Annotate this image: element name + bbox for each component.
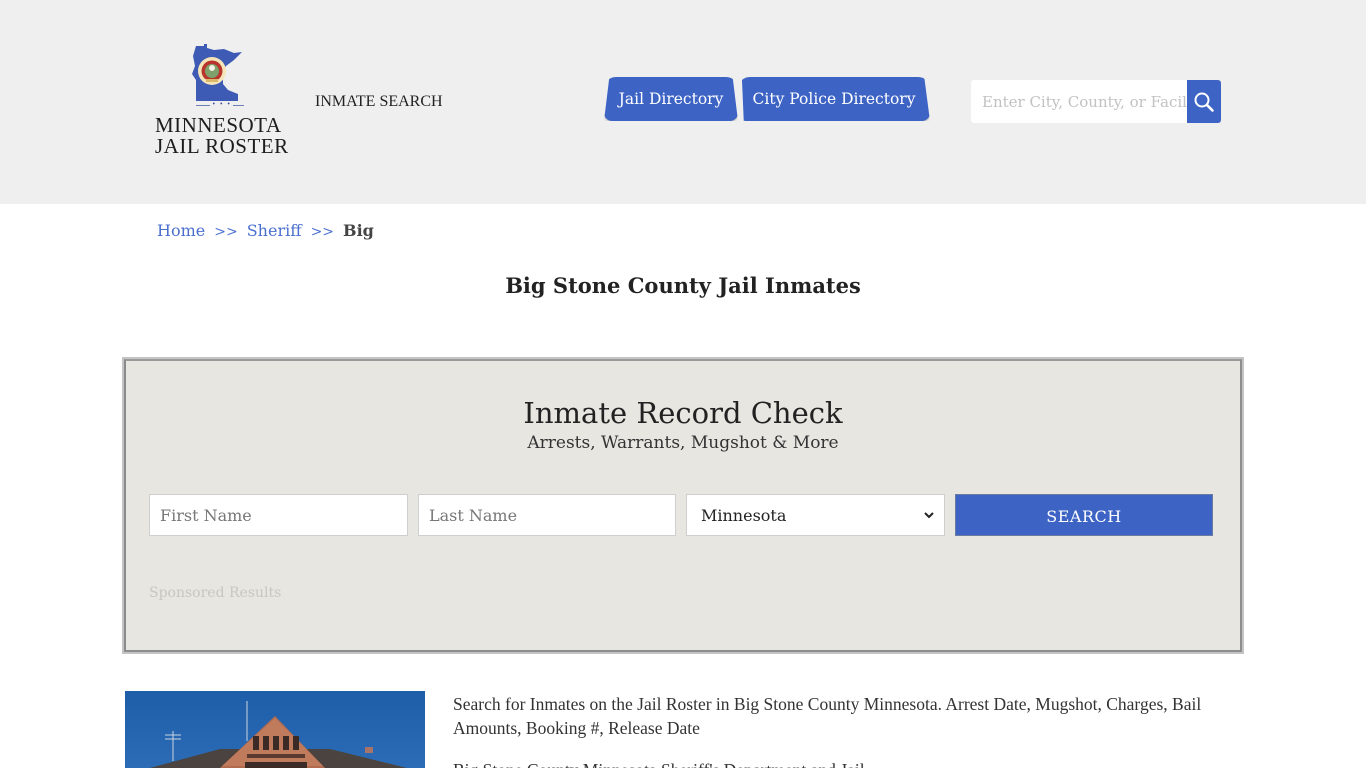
- breadcrumb-separator: >>: [214, 224, 237, 240]
- second-paragraph: Big Stone County Minnesota Sheriff's Dep…: [453, 758, 1243, 768]
- jail-building-photo: [125, 691, 425, 768]
- tab-jail-directory[interactable]: Jail Directory: [604, 77, 738, 121]
- chevron-down-icon: [924, 511, 934, 519]
- state-select[interactable]: Minnesota: [686, 494, 945, 536]
- intro-paragraph: Search for Inmates on the Jail Roster in…: [453, 692, 1243, 740]
- record-check-title: Inmate Record Check: [124, 396, 1242, 430]
- search-icon: [1193, 91, 1215, 113]
- breadcrumb-sheriff[interactable]: Sheriff: [247, 221, 302, 240]
- last-name-input[interactable]: [418, 494, 676, 536]
- location-search-input[interactable]: [971, 80, 1187, 123]
- page-title: Big Stone County Jail Inmates: [0, 273, 1366, 298]
- location-search: [971, 80, 1221, 123]
- breadcrumb-home[interactable]: Home: [157, 221, 205, 240]
- inmate-search-link[interactable]: INMATE SEARCH: [315, 93, 443, 111]
- inmate-record-check-panel: Inmate Record Check Arrests, Warrants, M…: [122, 357, 1244, 654]
- logo-text-line1: MINNESOTA: [155, 114, 281, 136]
- location-search-button[interactable]: [1187, 80, 1221, 123]
- first-name-input[interactable]: [149, 494, 408, 536]
- breadcrumb: Home >> Sheriff >> Big: [157, 221, 374, 240]
- tab-city-police-directory[interactable]: City Police Directory: [738, 77, 930, 121]
- minnesota-state-seal-icon: [190, 44, 252, 102]
- site-logo[interactable]: • • • MINNESOTA JAIL ROSTER: [150, 44, 290, 162]
- breadcrumb-separator: >>: [311, 224, 334, 240]
- state-select-value: Minnesota: [701, 506, 786, 525]
- site-header: • • • MINNESOTA JAIL ROSTER INMATE SEARC…: [0, 0, 1366, 204]
- search-button[interactable]: SEARCH: [955, 494, 1213, 536]
- record-check-subtitle: Arrests, Warrants, Mugshot & More: [124, 433, 1242, 453]
- logo-dots: • • •: [210, 102, 233, 108]
- breadcrumb-current: Big: [343, 221, 374, 240]
- sponsored-results-label: Sponsored Results: [149, 585, 281, 601]
- logo-text-line2: JAIL ROSTER: [155, 135, 289, 157]
